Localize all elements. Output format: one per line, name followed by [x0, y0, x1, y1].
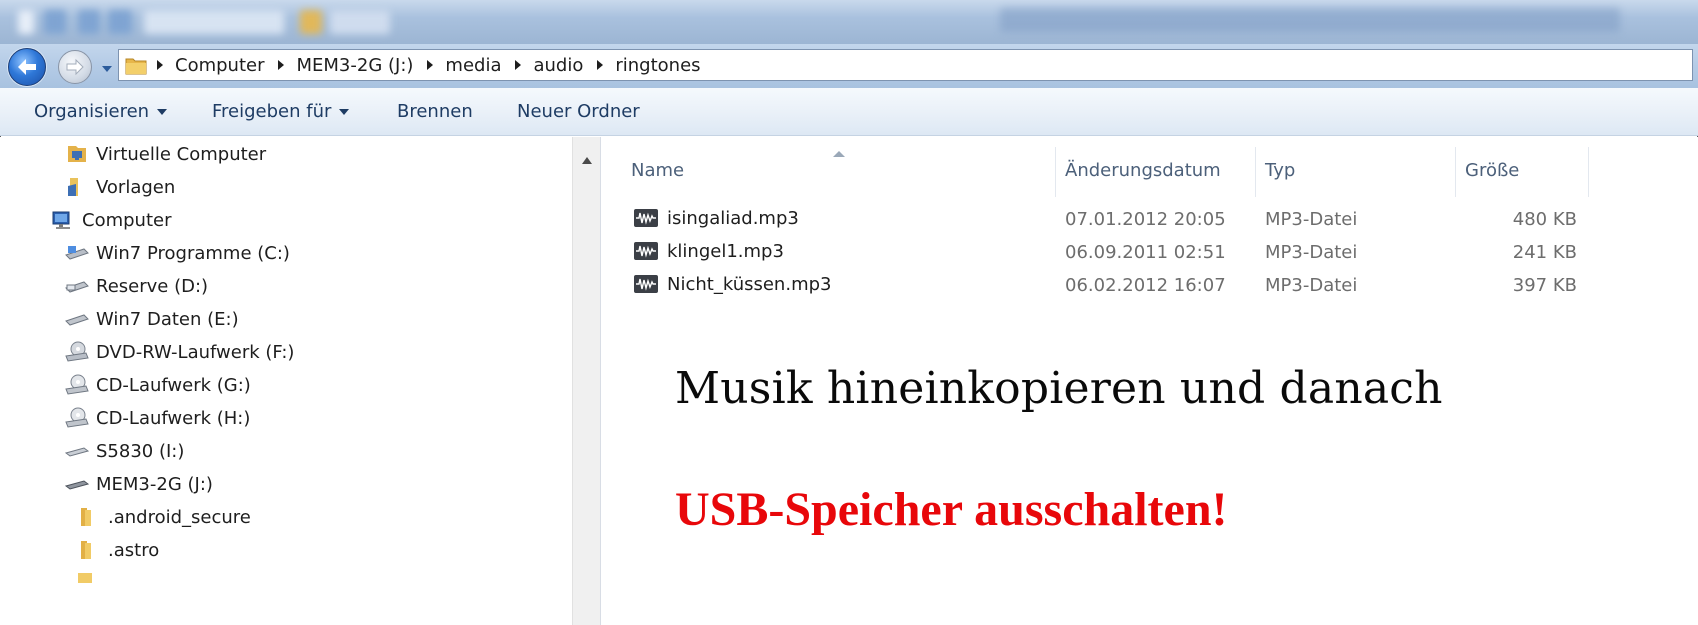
- file-row[interactable]: Nicht_küssen.mp3 06.02.2012 16:07 MP3-Da…: [601, 269, 1601, 303]
- system-drive-icon: [64, 242, 90, 264]
- back-arrow-icon: [18, 59, 36, 75]
- nav-item-templates[interactable]: Vorlagen: [64, 172, 175, 202]
- folder-icon: [76, 539, 102, 561]
- removable-drive-icon: [64, 473, 90, 495]
- forward-button[interactable]: [58, 50, 92, 84]
- nav-item-drive-g[interactable]: CD-Laufwerk (G:): [64, 370, 251, 400]
- file-row[interactable]: isingaliad.mp3 07.01.2012 20:05 MP3-Date…: [601, 203, 1601, 237]
- folder-icon: [125, 58, 147, 75]
- new-folder-button[interactable]: Neuer Ordner: [517, 101, 640, 122]
- explorer-window: Computer MEM3-2G (J:) media audio ringto…: [0, 0, 1698, 625]
- share-with-button[interactable]: Freigeben für: [212, 101, 350, 122]
- chevron-right-icon[interactable]: [427, 60, 434, 70]
- navigation-pane-scrollbar[interactable]: [572, 137, 600, 625]
- breadcrumb-audio[interactable]: audio: [515, 55, 597, 76]
- nav-item-astro[interactable]: .astro: [76, 535, 159, 565]
- title-bar-blurred-area: [0, 0, 1698, 44]
- instruction-copy-music: Musik hineinkopieren und danach: [675, 363, 1443, 414]
- breadcrumb-mem3-2g[interactable]: MEM3-2G (J:): [278, 55, 427, 76]
- nav-item-virtual-computers[interactable]: Virtuelle Computer: [64, 139, 266, 169]
- column-header-size[interactable]: Größe: [1435, 137, 1565, 203]
- chevron-right-icon[interactable]: [597, 60, 604, 70]
- nav-item-android-secure[interactable]: .android_secure: [76, 502, 251, 532]
- sort-ascending-icon: [833, 151, 845, 157]
- caret-down-icon: [339, 108, 350, 115]
- mp3-file-icon: [634, 209, 658, 227]
- forward-arrow-icon: [66, 58, 84, 76]
- partial-folder-icon: [78, 573, 92, 583]
- command-toolbar: Organisieren Freigeben für Brennen Neuer…: [0, 88, 1698, 136]
- column-separator[interactable]: [1588, 147, 1589, 197]
- back-button[interactable]: [8, 48, 46, 86]
- cd-drive-icon: [64, 407, 90, 429]
- column-header-type[interactable]: Typ: [1235, 137, 1435, 203]
- nav-item-computer[interactable]: Computer: [50, 205, 171, 235]
- chevron-right-icon[interactable]: [515, 60, 522, 70]
- file-list-pane: Name Änderungsdatum Typ Größe isingaliad…: [601, 137, 1698, 625]
- column-header-name[interactable]: Name: [601, 137, 1055, 203]
- nav-item-drive-j[interactable]: MEM3-2G (J:): [64, 469, 213, 499]
- mp3-file-icon: [634, 242, 658, 260]
- nav-item-drive-d[interactable]: Reserve (D:): [64, 271, 208, 301]
- title-bar: [0, 0, 1698, 44]
- instruction-disable-usb-storage: USB-Speicher ausschalten!: [675, 483, 1228, 536]
- burn-button[interactable]: Brennen: [397, 101, 473, 122]
- breadcrumb-computer[interactable]: Computer: [157, 55, 278, 76]
- nav-item-drive-h[interactable]: CD-Laufwerk (H:): [64, 403, 250, 433]
- virtual-pc-icon: [64, 143, 90, 165]
- chevron-right-icon[interactable]: [278, 60, 285, 70]
- caret-down-icon: [157, 108, 168, 115]
- scroll-up-arrow-icon[interactable]: [582, 157, 592, 164]
- nav-item-drive-e[interactable]: Win7 Daten (E:): [64, 304, 239, 334]
- breadcrumb-media[interactable]: media: [427, 55, 515, 76]
- cd-drive-icon: [64, 374, 90, 396]
- address-bar[interactable]: Computer MEM3-2G (J:) media audio ringto…: [118, 49, 1693, 81]
- removable-drive-icon: [64, 440, 90, 462]
- recent-pages-dropdown[interactable]: [100, 64, 114, 74]
- computer-icon: [50, 209, 76, 231]
- chevron-right-icon[interactable]: [157, 60, 163, 70]
- hard-drive-icon: [64, 308, 90, 330]
- column-header-date[interactable]: Änderungsdatum: [1035, 137, 1235, 203]
- file-row[interactable]: klingel1.mp3 06.09.2011 02:51 MP3-Datei …: [601, 236, 1601, 270]
- organize-button[interactable]: Organisieren: [34, 101, 168, 122]
- nav-item-drive-i[interactable]: S5830 (I:): [64, 436, 184, 466]
- nav-item-drive-c[interactable]: Win7 Programme (C:): [64, 238, 290, 268]
- navigation-row: Computer MEM3-2G (J:) media audio ringto…: [0, 44, 1698, 88]
- mp3-file-icon: [634, 275, 658, 293]
- breadcrumb-ringtones[interactable]: ringtones: [597, 55, 714, 76]
- dvd-drive-icon: [64, 341, 90, 363]
- nav-item-drive-f[interactable]: DVD-RW-Laufwerk (F:): [64, 337, 294, 367]
- templates-folder-icon: [64, 176, 90, 198]
- hard-drive-icon: [64, 275, 90, 297]
- folder-icon: [76, 506, 102, 528]
- navigation-pane: Virtuelle Computer Vorlagen Computer Win…: [0, 137, 572, 625]
